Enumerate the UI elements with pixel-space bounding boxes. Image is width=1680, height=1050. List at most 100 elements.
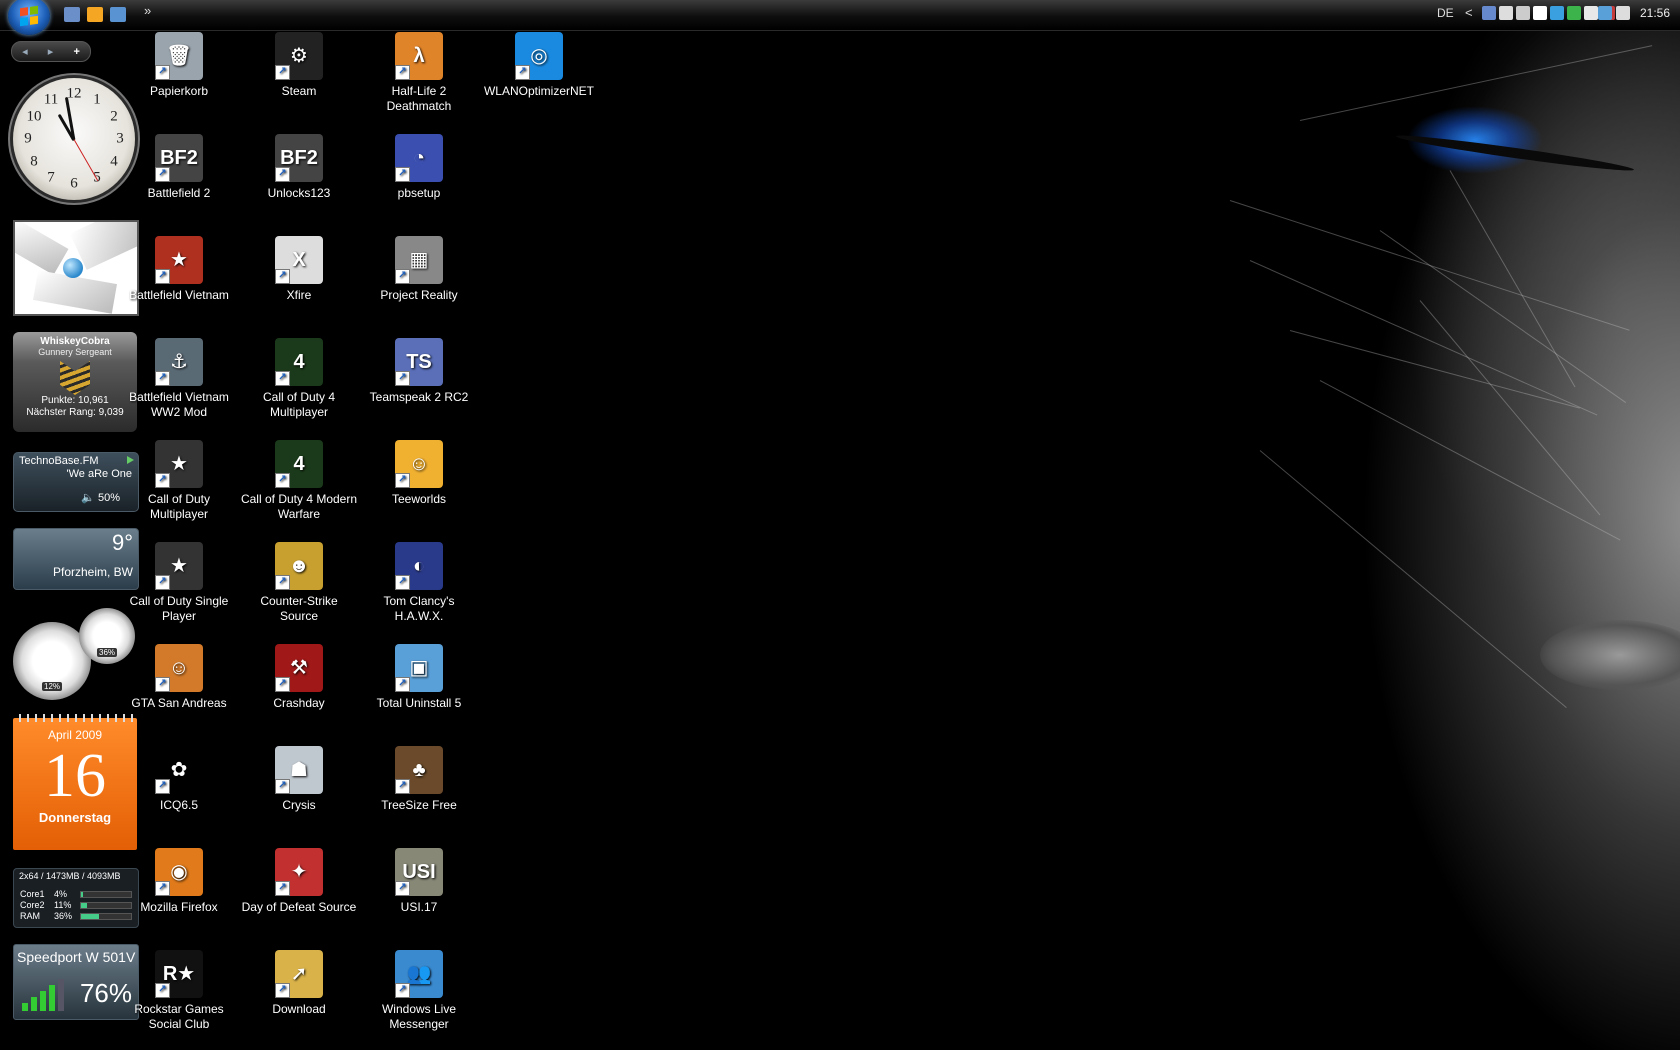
taskbar-clock[interactable]: 21:56 bbox=[1640, 6, 1670, 20]
shortcut-arrow-icon: ↗ bbox=[275, 167, 290, 182]
desktop-icon[interactable]: ▣ ↗ Total Uninstall 5 bbox=[360, 644, 478, 711]
tray-icon[interactable] bbox=[1598, 6, 1612, 20]
desktop-icon[interactable]: ⚙ ↗ Steam bbox=[240, 32, 358, 99]
clock-numeral: 1 bbox=[93, 91, 101, 108]
shortcut-arrow-icon: ↗ bbox=[275, 881, 290, 896]
desktop-icon[interactable]: ★ ↗ Battlefield Vietnam bbox=[120, 236, 238, 303]
desktop-icon[interactable]: ☗ ↗ Crysis bbox=[240, 746, 358, 813]
desktop-icon[interactable]: TS ↗ Teamspeak 2 RC2 bbox=[360, 338, 478, 405]
tray-icon[interactable] bbox=[1616, 6, 1630, 20]
desktop-icon[interactable]: BF2 ↗ Battlefield 2 bbox=[120, 134, 238, 201]
desktop-icon[interactable]: ⚒ ↗ Crashday bbox=[240, 644, 358, 711]
ram-dial-value: 36% bbox=[96, 648, 118, 658]
sidebar-next-button[interactable]: ▸ bbox=[48, 45, 54, 58]
desktop-icon[interactable]: ☺ ↗ GTA San Andreas bbox=[120, 644, 238, 711]
app-icon: 4 ↗ bbox=[275, 338, 323, 386]
app-icon: ▣ ↗ bbox=[395, 644, 443, 692]
sidebar-add-button[interactable]: + bbox=[73, 46, 79, 58]
shortcut-arrow-icon: ↗ bbox=[155, 575, 170, 590]
desktop-icon-label: GTA San Andreas bbox=[131, 696, 227, 710]
calendar-rings bbox=[13, 714, 137, 722]
app-icon: ✿ ↗ bbox=[155, 746, 203, 794]
start-button[interactable] bbox=[8, 0, 50, 35]
desktop-icon[interactable]: 4 ↗ Call of Duty 4 Modern Warfare bbox=[240, 440, 358, 522]
desktop-icon-label: Unlocks123 bbox=[267, 186, 331, 200]
cpu-dial-value: 12% bbox=[41, 681, 63, 691]
tray-expand-button[interactable]: < bbox=[1465, 5, 1473, 20]
app-icon: TS ↗ bbox=[395, 338, 443, 386]
shortcut-arrow-icon: ↗ bbox=[155, 269, 170, 284]
desktop-icon[interactable]: R★ ↗ Rockstar Games Social Club bbox=[120, 950, 238, 1032]
shortcut-arrow-icon: ↗ bbox=[395, 167, 410, 182]
desktop-icon[interactable]: BF2 ↗ Unlocks123 bbox=[240, 134, 358, 201]
rank-gadget[interactable]: WhiskeyCobra Gunnery Sergeant Punkte: 10… bbox=[13, 332, 137, 432]
tray-icon[interactable] bbox=[1499, 6, 1513, 20]
shortcut-arrow-icon: ↗ bbox=[275, 779, 290, 794]
system-monitor-row-value: 36% bbox=[54, 911, 73, 921]
desktop-icon[interactable]: ★ ↗ Call of Duty Single Player bbox=[120, 542, 238, 624]
language-indicator[interactable]: DE bbox=[1437, 6, 1454, 20]
tray-icon[interactable] bbox=[1550, 6, 1564, 20]
desktop-icon[interactable]: ✿ ↗ ICQ6.5 bbox=[120, 746, 238, 813]
desktop-icon[interactable]: λ ↗ Half-Life 2 Deathmatch bbox=[360, 32, 478, 114]
desktop-icon[interactable]: X ↗ Xfire bbox=[240, 236, 358, 303]
app-icon: λ ↗ bbox=[395, 32, 443, 80]
desktop-icon[interactable]: ★ ↗ Call of Duty Multiplayer bbox=[120, 440, 238, 522]
sidebar-prev-button[interactable]: ◂ bbox=[22, 45, 28, 58]
quicklaunch-more-button[interactable]: » bbox=[144, 3, 151, 18]
media-player-icon[interactable] bbox=[87, 7, 103, 22]
desktop-icon[interactable]: ⚓ ↗ Battlefield Vietnam WW2 Mod bbox=[120, 338, 238, 420]
tray-icon[interactable] bbox=[1567, 6, 1581, 20]
tray-icon[interactable] bbox=[1482, 6, 1496, 20]
shortcut-arrow-icon: ↗ bbox=[395, 575, 410, 590]
desktop-icon[interactable]: 👥 ↗ Windows Live Messenger bbox=[360, 950, 478, 1032]
app-icon: BF2 ↗ bbox=[275, 134, 323, 182]
calendar-month: April 2009 bbox=[47, 728, 103, 742]
tray-icon[interactable] bbox=[1516, 6, 1530, 20]
desktop-icon[interactable]: ◔ ↗ pbsetup bbox=[360, 134, 478, 201]
app-icon: ⚙ ↗ bbox=[275, 32, 323, 80]
desktop-icon-label: Total Uninstall 5 bbox=[376, 696, 462, 710]
shortcut-arrow-icon: ↗ bbox=[395, 65, 410, 80]
desktop-icon[interactable]: ◎ ↗ WLANOptimizerNET bbox=[480, 32, 598, 99]
system-monitor-row-value: 11% bbox=[54, 900, 72, 910]
desktop-icon[interactable]: ▦ ↗ Project Reality bbox=[360, 236, 478, 303]
desktop-icon-label: Xfire bbox=[286, 288, 312, 302]
app-icon: X ↗ bbox=[275, 236, 323, 284]
desktop-icon[interactable]: ☻ ↗ Counter-Strike Source bbox=[240, 542, 358, 624]
desktop-icon[interactable]: 4 ↗ Call of Duty 4 Multiplayer bbox=[240, 338, 358, 420]
cpu-meter-gadget[interactable]: 12% 36% bbox=[13, 608, 137, 700]
tray-icon[interactable] bbox=[1533, 6, 1547, 20]
radio-station: TechnoBase.FM bbox=[19, 455, 99, 467]
desktop-icon[interactable]: ◉ ↗ Mozilla Firefox bbox=[120, 848, 238, 915]
desktop-icon-label: Call of Duty Multiplayer bbox=[147, 492, 211, 521]
shortcut-arrow-icon: ↗ bbox=[155, 65, 170, 80]
desktop-icon[interactable]: ◐ ↗ Tom Clancy's H.A.W.X. bbox=[360, 542, 478, 624]
desktop-icon[interactable]: USI ↗ USI.17 bbox=[360, 848, 478, 915]
switch-windows-icon[interactable] bbox=[110, 7, 126, 22]
wifi-network-name: Speedport W 501V bbox=[17, 949, 136, 965]
taskbar: » DE < 21:56 bbox=[0, 0, 1680, 35]
system-monitor-row-label: Core1 bbox=[20, 889, 45, 899]
clock-numeral: 12 bbox=[66, 85, 82, 102]
shortcut-arrow-icon: ↗ bbox=[155, 473, 170, 488]
clock-gadget[interactable]: 12 1 2 3 4 5 6 7 8 9 10 11 bbox=[13, 78, 135, 200]
desktop-icon[interactable]: ♣ ↗ TreeSize Free bbox=[360, 746, 478, 813]
clock-numeral: 2 bbox=[110, 108, 118, 125]
shortcut-arrow-icon: ↗ bbox=[155, 881, 170, 896]
clock-numeral: 6 bbox=[70, 175, 78, 192]
desktop-icon[interactable]: ➚ ↗ Download bbox=[240, 950, 358, 1017]
desktop-icon-label: Crysis bbox=[282, 798, 316, 812]
desktop-icon[interactable]: ✦ ↗ Day of Defeat Source bbox=[240, 848, 358, 915]
radio-volume[interactable]: 🔈 50% bbox=[81, 491, 120, 504]
tray-icon[interactable] bbox=[1584, 6, 1598, 20]
app-icon: BF2 ↗ bbox=[155, 134, 203, 182]
calendar-gadget[interactable]: April 2009 16 Donnerstag bbox=[13, 714, 137, 850]
shortcut-arrow-icon: ↗ bbox=[275, 473, 290, 488]
desktop-icon[interactable]: ☺ ↗ Teeworlds bbox=[360, 440, 478, 507]
desktop-icon-label: pbsetup bbox=[397, 186, 441, 200]
desktop-icon-label: Steam bbox=[281, 84, 317, 98]
desktop-icon[interactable]: 🗑 ↗ Papierkorb bbox=[120, 32, 238, 99]
shortcut-arrow-icon: ↗ bbox=[155, 779, 170, 794]
show-desktop-icon[interactable] bbox=[64, 7, 80, 22]
